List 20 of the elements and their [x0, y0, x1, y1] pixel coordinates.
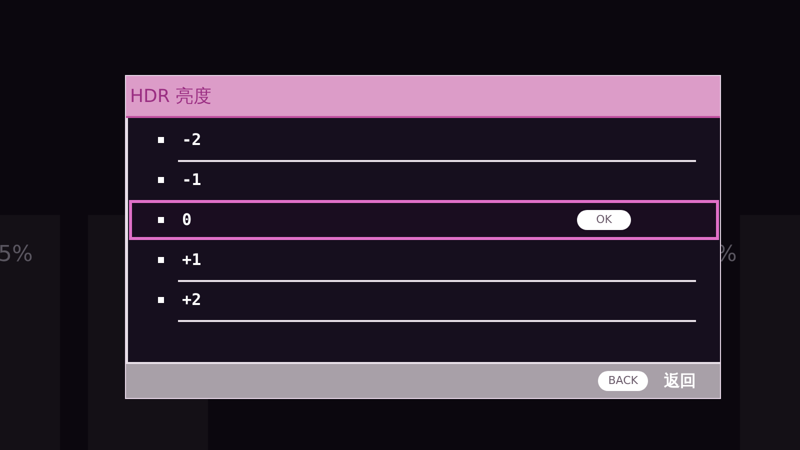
option-label: 0	[182, 209, 192, 231]
option-label: +2	[182, 289, 202, 311]
option-row[interactable]: +2	[129, 280, 719, 320]
option-row[interactable]: -1	[129, 160, 719, 200]
option-row[interactable]: +1	[129, 240, 719, 280]
bullet-icon	[158, 217, 164, 223]
back-key-label: BACK	[598, 371, 648, 391]
bullet-icon	[158, 177, 164, 183]
option-label: +1	[182, 249, 202, 271]
background-label: 5%	[0, 241, 33, 269]
back-label: 返回	[664, 370, 696, 392]
option-label: -2	[182, 129, 202, 151]
bullet-icon	[158, 297, 164, 303]
dialog-title: HDR 亮度	[130, 84, 212, 108]
bullet-icon	[158, 137, 164, 143]
bullet-icon	[158, 257, 164, 263]
ok-key-label: OK	[577, 210, 631, 230]
option-label: -1	[182, 169, 202, 191]
option-row[interactable]: 0 OK	[129, 200, 719, 240]
option-row[interactable]: -2	[129, 120, 719, 160]
